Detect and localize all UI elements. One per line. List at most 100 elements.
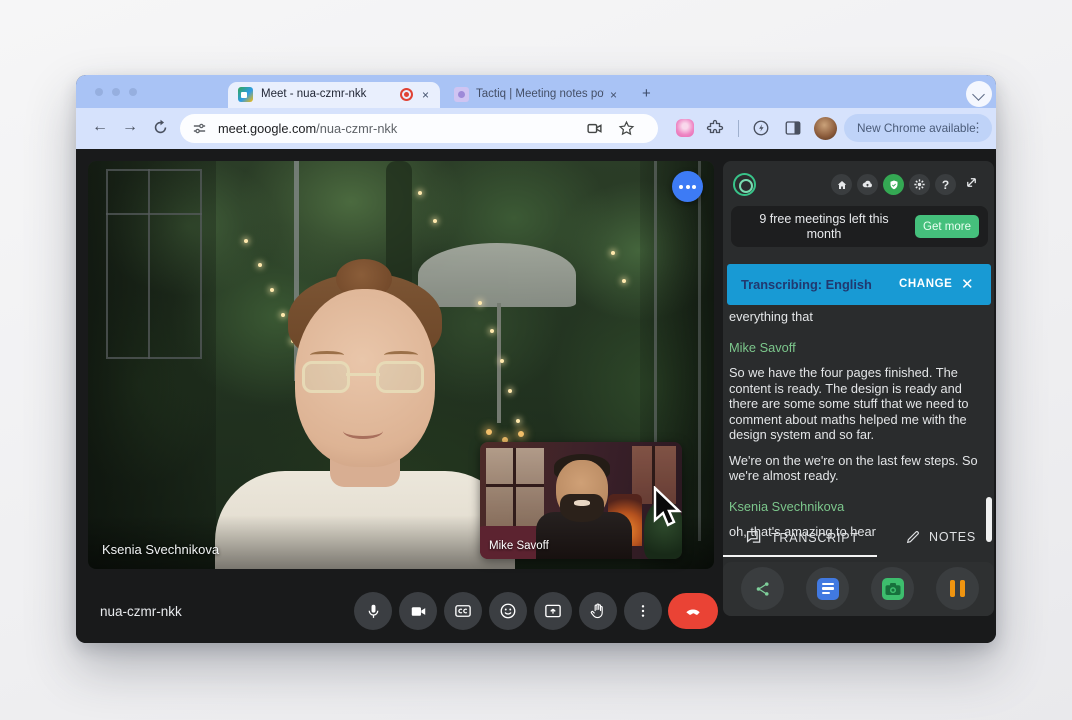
chrome-update-label: New Chrome available — [857, 121, 976, 135]
transcript-panel: everything that Mike Savoff So we have t… — [729, 307, 981, 540]
url-host: meet.google.com — [218, 121, 316, 136]
present-screen-button[interactable] — [534, 592, 572, 630]
more-vertical-icon — [635, 603, 651, 619]
window-mullion — [148, 169, 150, 359]
speaker-name: Mike Savoff — [729, 340, 981, 356]
chrome-update-button[interactable]: New Chrome available ⋮ — [844, 114, 992, 142]
change-language-button[interactable]: CHANGE — [899, 278, 952, 290]
captions-button[interactable] — [444, 592, 482, 630]
window-mullion — [106, 213, 202, 215]
raise-hand-button[interactable] — [579, 592, 617, 630]
address-bar[interactable]: meet.google.com/nua-czmr-nkk — [180, 114, 658, 143]
string-light — [418, 191, 422, 195]
window-zoom-button[interactable] — [129, 88, 137, 96]
extensions-puzzle-icon[interactable] — [706, 119, 724, 137]
export-to-docs-button[interactable] — [806, 567, 849, 610]
get-more-button[interactable]: Get more — [915, 215, 979, 238]
mouse-cursor — [649, 486, 683, 530]
bookmark-star-icon[interactable] — [618, 120, 635, 137]
quota-text: 9 free meetings left this month — [745, 212, 903, 242]
new-tab-button[interactable]: + — [642, 85, 651, 102]
home-icon — [836, 179, 848, 191]
shield-check-icon — [888, 179, 900, 191]
tab-transcript[interactable]: TRANSCRIPT — [745, 529, 859, 547]
recording-indicator-icon — [400, 88, 413, 101]
chat-bubbles-icon — [745, 529, 763, 547]
meet-page: Ksenia Svechnikova Mike Savoff nua-czmr-… — [76, 149, 996, 643]
microphone-button[interactable] — [354, 592, 392, 630]
string-light — [500, 359, 504, 363]
share-button[interactable] — [741, 567, 784, 610]
string-light — [433, 219, 437, 223]
help-button[interactable]: ? — [935, 174, 956, 195]
back-icon[interactable]: ← — [92, 118, 108, 136]
reload-icon[interactable] — [152, 119, 169, 136]
pip-participant-smile — [574, 500, 590, 506]
window-close-button[interactable] — [95, 88, 103, 96]
forward-icon[interactable]: → — [122, 118, 138, 136]
tab-search-chevron-icon[interactable] — [966, 81, 992, 107]
string-light — [244, 239, 248, 243]
string-light — [622, 279, 626, 283]
end-call-button[interactable] — [668, 593, 718, 629]
transcript-text: We're on the we're on the last few steps… — [729, 453, 981, 484]
transcript-text: So we have the four pages finished. The … — [729, 365, 981, 443]
pencil-icon — [905, 529, 921, 545]
chat-bubble-button[interactable] — [672, 171, 703, 202]
present-icon — [544, 602, 562, 620]
browser-toolbar: ← → meet.google.com/nua-czmr-nkk New Chr… — [76, 108, 996, 149]
string-light — [508, 389, 512, 393]
sidebar-action-bar — [723, 562, 994, 616]
settings-button[interactable] — [909, 174, 930, 195]
pip-window — [486, 448, 544, 526]
home-button[interactable] — [831, 174, 852, 195]
string-light — [611, 251, 615, 255]
transcribing-banner: Transcribing: English CHANGE ✕ — [727, 264, 991, 305]
tab-notes-label: NOTES — [929, 530, 976, 544]
close-tab-icon[interactable]: × — [422, 88, 429, 102]
expand-diagonal-icon — [964, 175, 979, 190]
participant-smile — [343, 423, 383, 439]
browser-menu-icon[interactable]: ⋮ — [971, 120, 984, 136]
performance-icon[interactable] — [752, 119, 770, 137]
quota-banner: 9 free meetings left this month Get more — [731, 206, 988, 247]
raise-hand-icon — [589, 602, 607, 620]
close-tab-icon[interactable]: × — [610, 88, 617, 102]
cloud-sync-button[interactable] — [857, 174, 878, 195]
speaker-name: Ksenia Svechnikova — [729, 499, 981, 515]
glasses-lens — [302, 361, 350, 393]
active-tab-underline — [723, 555, 877, 557]
google-docs-icon — [817, 578, 839, 600]
eyebrow — [310, 351, 344, 359]
privacy-shield-button[interactable] — [883, 174, 904, 195]
profile-avatar[interactable] — [814, 117, 837, 140]
more-options-button[interactable] — [624, 592, 662, 630]
tactiq-extension-icon[interactable] — [676, 119, 694, 137]
expand-button[interactable] — [964, 175, 979, 195]
captions-icon — [454, 602, 472, 620]
site-settings-icon[interactable] — [192, 121, 207, 136]
participant-name-label: Ksenia Svechnikova — [102, 542, 219, 557]
share-icon — [754, 580, 772, 598]
tab-camera-icon[interactable] — [586, 120, 603, 137]
tab-meet[interactable]: Meet - nua-czmr-nkk × — [228, 82, 440, 108]
side-panel-icon[interactable] — [784, 119, 802, 137]
tab-tactiq[interactable]: Tactiq | Meeting notes powe × — [446, 82, 634, 108]
gear-icon — [913, 178, 926, 191]
pause-recording-button[interactable] — [936, 567, 979, 610]
tab-title: Tactiq | Meeting notes powe — [476, 88, 604, 100]
window-minimize-button[interactable] — [112, 88, 120, 96]
reactions-button[interactable] — [489, 592, 527, 630]
string-light — [258, 263, 262, 267]
eyebrow — [384, 351, 418, 359]
camera-button[interactable] — [399, 592, 437, 630]
pause-icon — [960, 580, 965, 597]
close-banner-icon[interactable]: ✕ — [961, 275, 974, 293]
string-light — [478, 301, 482, 305]
tab-notes[interactable]: NOTES — [905, 529, 976, 545]
screenshot-button[interactable] — [871, 567, 914, 610]
glasses-lens — [376, 361, 424, 393]
tactiq-sidebar: ? 9 free meetings left this month Get mo… — [723, 161, 994, 616]
meet-favicon — [238, 87, 253, 102]
tab-title: Meet - nua-czmr-nkk — [261, 88, 396, 100]
